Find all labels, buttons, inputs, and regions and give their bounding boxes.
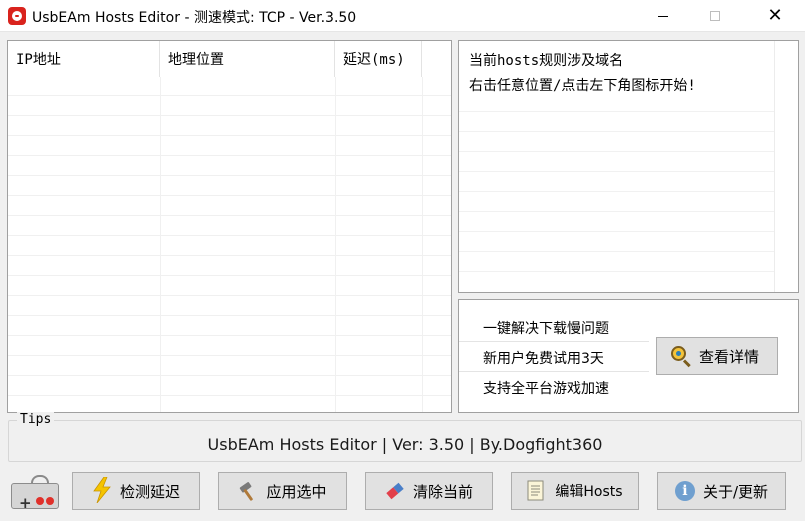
grid-line [8,375,451,376]
grid-line [8,275,451,276]
grid-line [459,171,774,172]
grid-line [8,395,451,396]
minimize-icon [658,15,668,17]
grid-line [459,231,774,232]
about-update-button[interactable]: i 关于/更新 [657,472,786,510]
grid-line [459,191,774,192]
apply-selected-button[interactable]: 应用选中 [218,472,347,510]
edit-hosts-label: 编辑Hosts [555,484,623,500]
grid-line [8,115,451,116]
column-divider [335,77,336,412]
view-details-button[interactable]: 查看详情 [656,337,778,375]
column-divider [160,77,161,412]
tips-group: Tips UsbEAm Hosts Editor | Ver: 3.50 | B… [8,412,802,462]
grid-line [8,315,451,316]
grid-line [459,211,774,212]
grid-line [8,135,451,136]
divider [459,371,649,372]
promo-item[interactable]: 一键解决下载慢问题 [483,318,609,338]
tips-text: UsbEAm Hosts Editor | Ver: 3.50 | By.Dog… [207,435,603,454]
grid-line [8,335,451,336]
app-logo-icon[interactable] [8,7,26,25]
maximize-button[interactable] [692,0,738,32]
rules-header-text: 当前hosts规则涉及域名 [469,53,624,69]
hammer-icon [238,480,258,502]
grid-line [8,295,451,296]
window-title: UsbEAm Hosts Editor - 测速模式: TCP - Ver.3.… [32,10,357,26]
info-icon: i [674,481,695,501]
apply-selected-label: 应用选中 [266,482,327,501]
grid-line [459,151,774,152]
close-button[interactable]: ✕ [752,0,798,32]
gamepad-icon[interactable]: + [11,475,59,511]
lightning-icon [92,476,112,504]
clear-current-label: 清除当前 [412,482,473,501]
clear-current-button[interactable]: 清除当前 [365,472,493,510]
eraser-icon [385,480,405,502]
title-bar: UsbEAm Hosts Editor - 测速模式: TCP - Ver.3.… [0,0,805,32]
grid-line [8,95,451,96]
maximize-icon [710,11,720,21]
promo-item[interactable]: 支持全平台游戏加速 [483,378,609,398]
edit-hosts-button[interactable]: 编辑Hosts [511,472,639,510]
view-details-label: 查看详情 [699,347,760,366]
column-header-latency[interactable]: 延迟(ms) [335,41,422,77]
about-update-label: 关于/更新 [702,482,769,501]
grid-line [459,131,774,132]
promo-item[interactable]: 新用户免费试用3天 [483,348,604,368]
promo-panel: 一键解决下载慢问题 新用户免费试用3天 支持全平台游戏加速 查看详情 [458,299,799,413]
rules-hint-text: 右击任意位置/点击左下角图标开始! [469,78,696,94]
ip-latency-list[interactable]: IP地址 地理位置 延迟(ms) [7,40,452,413]
divider [459,341,649,342]
grid-line [8,175,451,176]
column-divider [422,77,423,412]
close-icon: ✕ [767,5,783,26]
column-header-ip[interactable]: IP地址 [8,41,160,77]
column-divider [774,41,775,292]
grid-line [8,235,451,236]
tips-label: Tips [17,412,55,427]
grid-line [459,251,774,252]
grid-line [8,355,451,356]
magnifier-icon [671,346,691,368]
grid-line [8,195,451,196]
minimize-button[interactable] [640,0,686,32]
grid-line [8,155,451,156]
column-header-location[interactable]: 地理位置 [160,41,335,77]
grid-line [8,255,451,256]
hosts-rules-list[interactable]: 当前hosts规则涉及域名 右击任意位置/点击左下角图标开始! [458,40,799,293]
grid-line [459,271,774,272]
grid-line [459,111,774,112]
check-latency-button[interactable]: 检测延迟 [72,472,200,510]
document-icon [527,480,547,502]
check-latency-label: 检测延迟 [119,482,180,501]
grid-line [8,215,451,216]
